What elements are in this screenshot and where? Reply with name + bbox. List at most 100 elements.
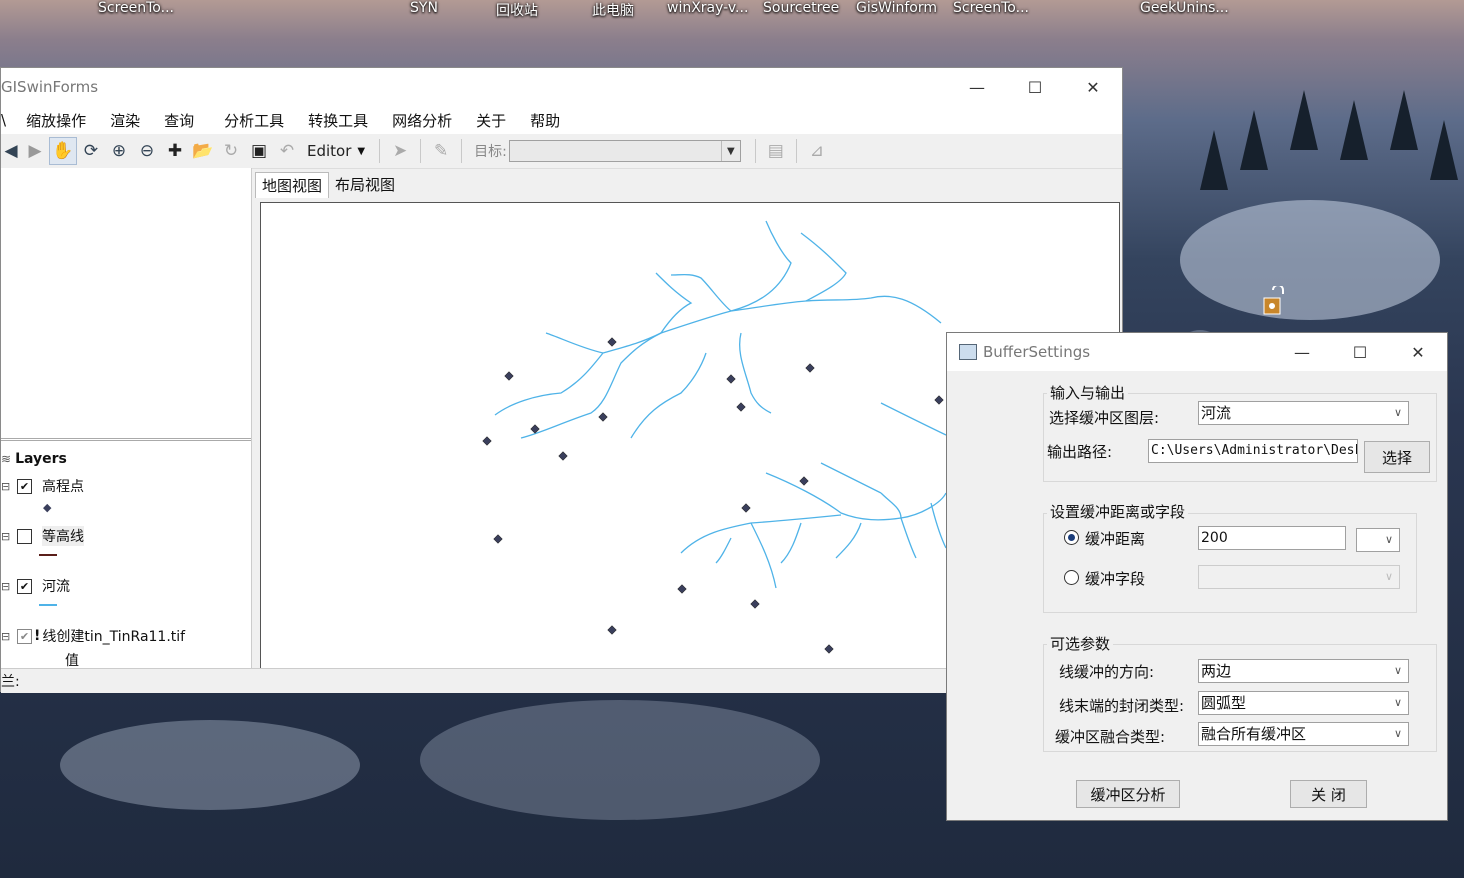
- collapse-icon[interactable]: ⊟: [1, 530, 15, 543]
- overview-pane: [1, 168, 251, 441]
- tab-layout-view[interactable]: 布局视图: [329, 172, 401, 198]
- refresh-icon[interactable]: ⟳: [77, 137, 105, 165]
- collapse-icon[interactable]: ⊟: [1, 480, 15, 493]
- editor-dropdown-icon[interactable]: ▼: [357, 146, 365, 157]
- toc-root[interactable]: ≋ Layers: [1, 451, 67, 467]
- chevron-down-icon: ∨: [1393, 406, 1403, 419]
- undo-icon[interactable]: ↶: [273, 137, 301, 165]
- unit-select[interactable]: ∨: [1356, 528, 1400, 552]
- target-label: 目标:: [474, 144, 507, 160]
- desktop-icon-sourcetree[interactable]: Sourcetree: [763, 0, 839, 16]
- layer-checkbox[interactable]: ✔: [17, 478, 32, 494]
- choose-path-button[interactable]: 选择: [1364, 441, 1430, 473]
- dialog-titlebar[interactable]: BufferSettings — ☐ ✕: [947, 333, 1447, 371]
- elevation-point: [504, 371, 514, 381]
- line-side-value: 两边: [1201, 662, 1232, 680]
- open-folder-icon[interactable]: 📂: [189, 137, 217, 165]
- distance-input[interactable]: 200: [1198, 526, 1346, 550]
- river-line: [750, 522, 777, 589]
- menu-render[interactable]: 渲染: [98, 110, 152, 131]
- pan-hand-icon[interactable]: ✋: [49, 137, 77, 165]
- end-type-select[interactable]: 圆弧型 ∨: [1198, 691, 1409, 715]
- desktop-icon-syn[interactable]: SYN: [410, 0, 438, 16]
- menu-convert[interactable]: 转换工具: [296, 110, 380, 131]
- river-lines: [494, 220, 947, 589]
- toc-layer-rivers[interactable]: ⊟ ✔ 河流: [1, 576, 70, 596]
- dialog-maximize-button[interactable]: ☐: [1331, 333, 1389, 371]
- elevation-point: [598, 412, 608, 422]
- toc-layer-contours[interactable]: ⊟ 等高线: [1, 526, 84, 546]
- sketch-icon[interactable]: ⊿: [803, 137, 831, 165]
- attribute-table-icon[interactable]: ▤: [762, 137, 790, 165]
- river-line: [655, 272, 693, 334]
- menu-query[interactable]: 查询: [152, 110, 206, 131]
- buffer-analysis-button[interactable]: 缓冲区分析: [1076, 780, 1180, 808]
- close-button[interactable]: ✕: [1064, 68, 1122, 106]
- output-path-input[interactable]: C:\Users\Administrator\Desk: [1148, 439, 1358, 463]
- field-select[interactable]: ∨: [1198, 565, 1400, 589]
- dialog-title: BufferSettings: [983, 343, 1091, 361]
- editor-menu[interactable]: Editor: [301, 142, 357, 160]
- desktop-icon-screento-1[interactable]: ScreenTo...: [98, 0, 174, 16]
- line-side-select[interactable]: 两边 ∨: [1198, 659, 1409, 683]
- zoom-out-icon[interactable]: ⊖: [133, 137, 161, 165]
- dissolve-type-select[interactable]: 融合所有缓冲区 ∨: [1198, 722, 1409, 746]
- layers-icon: ≋: [1, 452, 12, 466]
- minimize-button[interactable]: —: [948, 68, 1006, 106]
- toolbar-separator: [754, 139, 756, 163]
- collapse-icon[interactable]: ⊟: [1, 630, 15, 643]
- desktop-icon-this-pc[interactable]: 此电脑: [592, 0, 634, 20]
- add-data-icon[interactable]: ✚: [161, 137, 189, 165]
- layer-checkbox[interactable]: ✔: [17, 628, 32, 644]
- zoom-in-icon[interactable]: ⊕: [105, 137, 133, 165]
- elevation-point: [726, 374, 736, 384]
- select-arrow-icon[interactable]: ➤: [386, 137, 414, 165]
- menu-zoom[interactable]: 缩放操作: [14, 110, 98, 131]
- main-toolbar: ◀ ▶ ✋ ⟳ ⊕ ⊖ ✚ 📂 ↻ ▣ ↶ Editor ▼ ➤ ✎ 目标: ▼…: [1, 134, 1122, 169]
- desktop-icon-geekunins[interactable]: GeekUnins...: [1140, 0, 1229, 16]
- desktop-icon-giswinform[interactable]: GisWinform: [856, 0, 937, 16]
- menu-network[interactable]: 网络分析: [380, 110, 464, 131]
- toc-layer-tin-raster[interactable]: ⊟ ✔ ! 线创建tin_TinRa11.tif: [1, 626, 185, 646]
- desktop-icon-screento-2[interactable]: ScreenTo...: [953, 0, 1029, 16]
- maximize-button[interactable]: ☐: [1006, 68, 1064, 106]
- unlock-icon[interactable]: [1262, 286, 1284, 316]
- distance-radio[interactable]: [1064, 530, 1079, 545]
- dialog-close-button[interactable]: ✕: [1389, 333, 1447, 371]
- elevation-point: [934, 395, 944, 405]
- redo-icon[interactable]: ↻: [217, 137, 245, 165]
- toolbar-separator: [795, 139, 797, 163]
- output-path-label: 输出路径:: [1047, 443, 1113, 461]
- toc-layer-elevation-points[interactable]: ⊟ ✔ 高程点: [1, 476, 84, 496]
- menu-file[interactable]: \: [1, 111, 14, 129]
- menu-analysis[interactable]: 分析工具: [206, 110, 296, 131]
- main-titlebar[interactable]: GISwinForms — ☐ ✕: [1, 68, 1122, 106]
- river-line: [630, 352, 707, 439]
- tab-map-view[interactable]: 地图视图: [255, 172, 330, 198]
- back-icon[interactable]: ◀: [1, 137, 21, 165]
- collapse-icon[interactable]: ⊟: [1, 580, 15, 593]
- desktop-icon-recycle-bin[interactable]: 回收站: [496, 0, 538, 20]
- layer-select[interactable]: 河流 ∨: [1198, 401, 1409, 425]
- distance-radio-label: 缓冲距离: [1085, 530, 1146, 548]
- river-line: [520, 332, 662, 439]
- layer-checkbox[interactable]: ✔: [17, 578, 32, 594]
- river-line: [494, 295, 942, 416]
- river-line: [880, 492, 902, 519]
- menu-help[interactable]: 帮助: [518, 110, 572, 131]
- layer-checkbox[interactable]: [17, 528, 32, 544]
- desktop-icon-winxray[interactable]: winXray-v...: [667, 0, 748, 16]
- layer-select-value: 河流: [1201, 404, 1232, 422]
- dialog-minimize-button[interactable]: —: [1273, 333, 1331, 371]
- menu-about[interactable]: 关于: [464, 110, 518, 131]
- target-combo[interactable]: ▼: [508, 140, 741, 162]
- field-radio[interactable]: [1064, 570, 1079, 585]
- save-icon[interactable]: ▣: [245, 137, 273, 165]
- river-line: [715, 537, 732, 564]
- elevation-point: [607, 625, 617, 635]
- close-dialog-button[interactable]: 关 闭: [1290, 780, 1367, 808]
- edit-pencil-icon[interactable]: ✎: [427, 137, 455, 165]
- layer-label: 河流: [42, 579, 70, 595]
- point-symbol-icon: ◆: [43, 501, 52, 514]
- forward-icon[interactable]: ▶: [21, 137, 49, 165]
